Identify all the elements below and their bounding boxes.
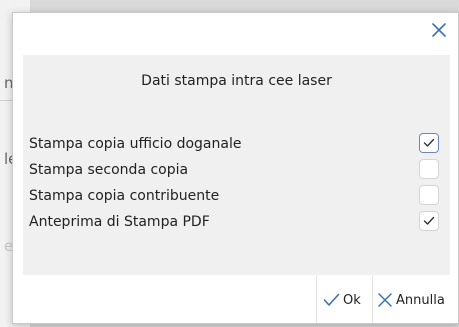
- footer-divider: [372, 275, 373, 323]
- option-row-anteprima-pdf: Anteprima di Stampa PDF: [23, 211, 450, 235]
- ok-button-label: Ok: [343, 292, 361, 308]
- footer-divider: [316, 275, 317, 323]
- ok-button[interactable]: Ok: [323, 277, 361, 323]
- options-panel: Dati stampa intra cee laser Stampa copia…: [23, 55, 450, 275]
- option-row-seconda-copia: Stampa seconda copia: [23, 159, 450, 183]
- x-icon: [378, 293, 392, 307]
- option-label: Anteprima di Stampa PDF: [29, 214, 210, 230]
- checkbox-ufficio-doganale[interactable]: [419, 133, 439, 153]
- checkbox-seconda-copia[interactable]: [419, 159, 439, 179]
- option-row-ufficio-doganale: Stampa copia ufficio doganale: [23, 133, 450, 157]
- option-label: Stampa copia contribuente: [29, 188, 220, 204]
- check-icon: [423, 138, 435, 147]
- close-button[interactable]: [426, 17, 452, 43]
- cancel-button[interactable]: Annulla: [377, 277, 445, 323]
- close-icon: [432, 23, 446, 37]
- cancel-button-label: Annulla: [396, 292, 445, 308]
- print-settings-dialog: Dati stampa intra cee laser Stampa copia…: [12, 12, 459, 324]
- option-row-copia-contribuente: Stampa copia contribuente: [23, 185, 450, 209]
- option-label: Stampa seconda copia: [29, 162, 189, 178]
- check-icon: [423, 216, 435, 225]
- checkbox-anteprima-pdf[interactable]: [419, 211, 439, 231]
- check-icon: [323, 293, 340, 306]
- option-label: Stampa copia ufficio doganale: [29, 136, 242, 152]
- dialog-title: Dati stampa intra cee laser: [141, 73, 332, 89]
- checkbox-copia-contribuente[interactable]: [419, 185, 439, 205]
